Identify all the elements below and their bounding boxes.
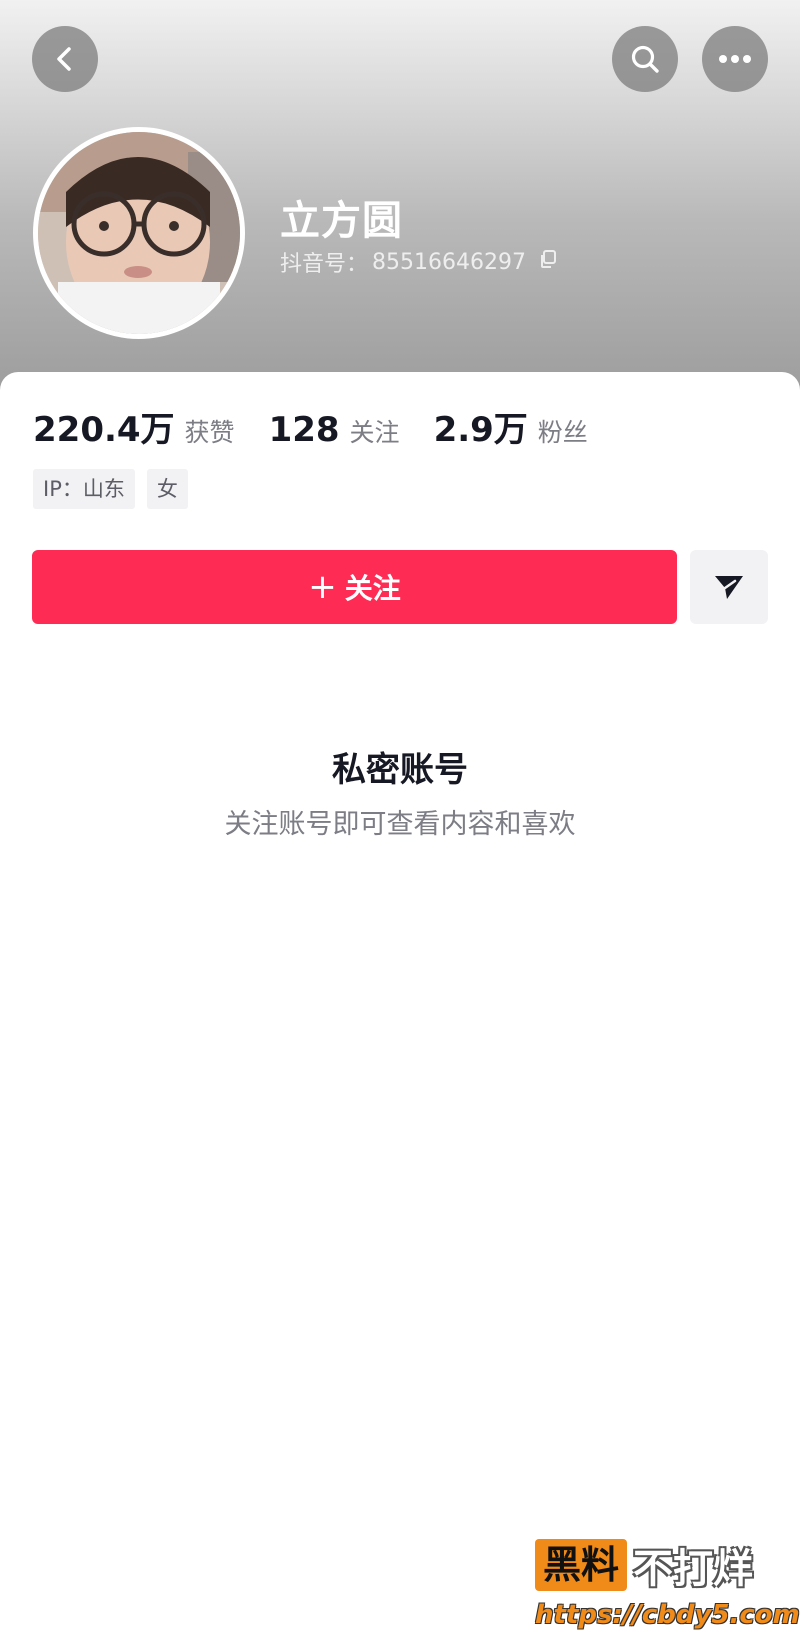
more-button[interactable] — [702, 26, 768, 92]
follow-button[interactable]: + 关注 — [32, 550, 677, 624]
stat-value: 128 — [268, 410, 340, 450]
private-account-title: 私密账号 — [332, 750, 468, 790]
chevron-left-icon — [57, 47, 71, 71]
copy-icon[interactable] — [538, 249, 558, 275]
search-button[interactable] — [612, 26, 678, 92]
stats-row: 220.4万 获赞 128 关注 2.9万 粉丝 — [33, 402, 622, 451]
share-button[interactable] — [690, 550, 768, 624]
douyin-id-label: 抖音号： — [280, 252, 369, 277]
profile-header: 立方圆 抖音号： 85516646297 — [0, 0, 800, 400]
stat-following[interactable]: 128 关注 — [269, 410, 400, 450]
stat-likes[interactable]: 220.4万 获赞 — [33, 402, 235, 451]
avatar-image — [38, 132, 240, 334]
watermark-brand: 黑料 不打烊 — [535, 1536, 775, 1594]
stat-value: 220.4万 — [33, 410, 175, 450]
tag-gender: 女 — [146, 469, 188, 509]
stat-followers[interactable]: 2.9万 粉丝 — [434, 402, 588, 451]
douyin-id-row: 抖音号： 85516646297 — [280, 246, 558, 278]
watermark-box: 黑料 — [535, 1539, 628, 1591]
back-button[interactable] — [32, 26, 98, 92]
stat-label: 获赞 — [184, 418, 235, 447]
stat-label: 粉丝 — [537, 418, 588, 447]
watermark: 黑料 不打烊 https://cbdy5.com — [535, 1536, 800, 1636]
tag-ip-location: IP：山东 — [33, 469, 135, 509]
stat-label: 关注 — [349, 418, 400, 447]
profile-sheet: 220.4万 获赞 128 关注 2.9万 粉丝 IP：山东 女 + 关注 私密… — [0, 372, 800, 1651]
follow-button-label: 关注 — [344, 572, 401, 605]
watermark-text: 不打烊 — [633, 1546, 754, 1592]
stat-value: 2.9万 — [433, 410, 528, 450]
watermark-url: https://cbdy5.com — [535, 1600, 800, 1630]
more-horizontal-icon — [719, 55, 751, 63]
search-icon — [631, 45, 659, 73]
profile-tags: IP：山东 女 — [33, 469, 188, 509]
send-icon — [715, 576, 743, 599]
private-account-description: 关注账号即可查看内容和喜欢 — [224, 809, 576, 840]
plus-icon: + — [308, 567, 337, 607]
douyin-id-value: 85516646297 — [372, 249, 526, 275]
profile-nickname: 立方圆 — [280, 198, 403, 244]
avatar[interactable] — [33, 127, 245, 339]
